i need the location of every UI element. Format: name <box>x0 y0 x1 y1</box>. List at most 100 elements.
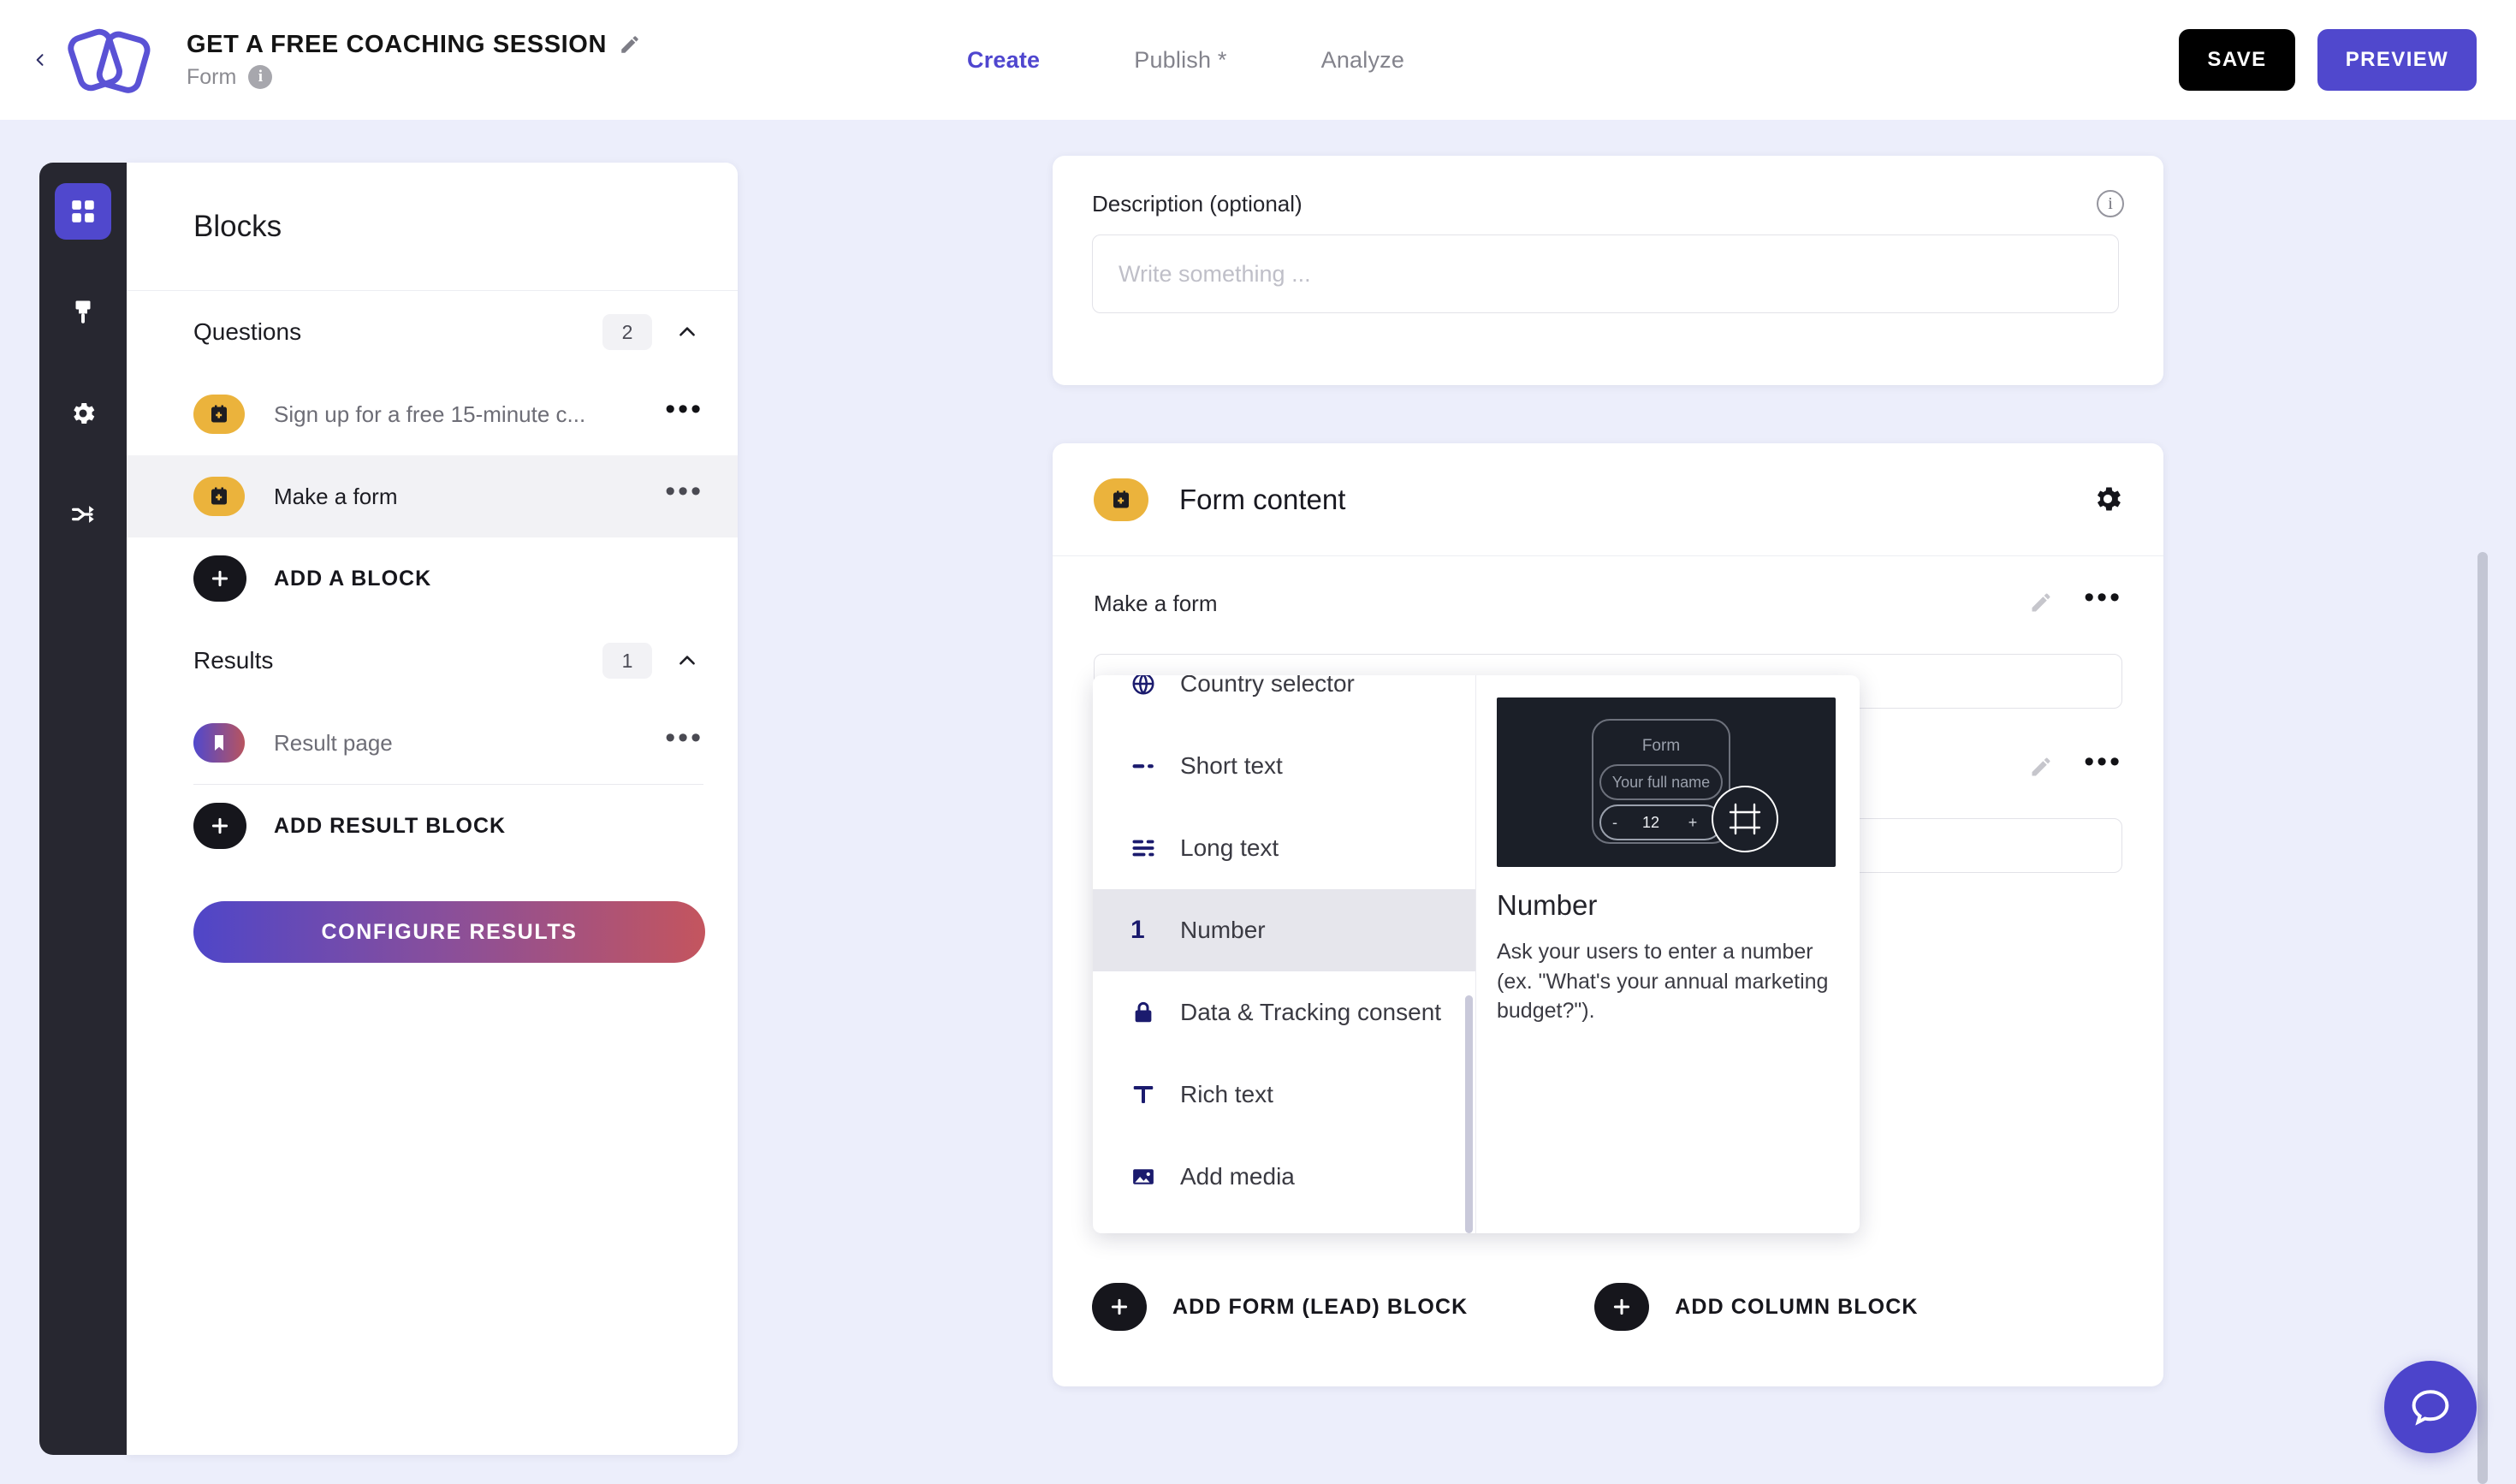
svg-text:+: + <box>1688 814 1698 831</box>
add-a-block-button[interactable]: ADD A BLOCK <box>127 537 738 620</box>
form-block-icon <box>1094 478 1148 521</box>
field-type-dropdown: Country selector Short text Long text 1 … <box>1093 675 1860 1233</box>
plus-icon <box>193 803 246 849</box>
tab-analyze[interactable]: Analyze <box>1321 47 1404 74</box>
chat-support-button[interactable] <box>2384 1361 2477 1453</box>
form-block-icon <box>193 395 245 434</box>
questions-count-badge: 2 <box>602 314 652 350</box>
list-item-label: Result page <box>274 729 393 756</box>
globe-icon <box>1130 675 1166 697</box>
left-icon-rail <box>39 163 127 1455</box>
results-collapse-button[interactable] <box>671 644 703 677</box>
ellipsis-icon[interactable]: ••• <box>665 395 703 424</box>
configure-results-button[interactable]: CONFIGURE RESULTS <box>193 901 705 963</box>
number-one-icon: 1 <box>1130 916 1145 944</box>
dropdown-item-label: Rich text <box>1180 1081 1273 1107</box>
description-input[interactable]: Write something ... <box>1092 234 2119 313</box>
bookmark-icon <box>193 723 245 763</box>
number-field-illustration: Form Your full name - 12 + <box>1592 719 1778 852</box>
blocks-grid-icon <box>72 200 94 223</box>
add-result-block-button[interactable]: ADD RESULT BLOCK <box>127 785 738 867</box>
results-count-badge: 1 <box>602 643 652 679</box>
ellipsis-icon[interactable]: ••• <box>665 477 703 507</box>
list-item[interactable]: Make a form ••• <box>127 455 738 537</box>
page-title: GET A FREE COACHING SESSION <box>187 30 607 58</box>
topbar-actions: SAVE PREVIEW <box>2179 0 2477 120</box>
ellipsis-icon[interactable]: ••• <box>2084 583 2122 613</box>
ellipsis-icon[interactable]: ••• <box>665 723 703 753</box>
chevron-up-icon <box>679 327 695 336</box>
short-text-icon <box>1130 753 1166 779</box>
dropdown-item-rich-text[interactable]: Rich text <box>1093 1054 1475 1136</box>
add-column-block-label: ADD COLUMN BLOCK <box>1675 1294 1919 1319</box>
plus-icon <box>1092 1283 1147 1331</box>
pencil-icon[interactable] <box>619 33 641 56</box>
list-item[interactable]: Sign up for a free 15-minute c... ••• <box>127 373 738 455</box>
list-item-label: Sign up for a free 15-minute c... <box>274 401 586 427</box>
gear-icon <box>74 402 95 424</box>
form-block-icon <box>193 477 245 516</box>
results-section-header: Results 1 <box>127 620 738 702</box>
info-outline-icon[interactable]: i <box>2097 190 2124 217</box>
results-label: Results <box>193 647 274 674</box>
chat-bubble-icon <box>2412 1390 2449 1426</box>
list-item[interactable]: Result page ••• <box>127 702 738 784</box>
dropdown-item-number[interactable]: 1 Number <box>1093 889 1475 971</box>
description-card: Description (optional) i Write something… <box>1053 156 2163 385</box>
sidebar-item-design[interactable] <box>55 284 111 341</box>
info-icon[interactable]: i <box>248 65 273 89</box>
sidebar-item-share[interactable] <box>55 486 111 543</box>
description-label: Description (optional) <box>1092 190 1303 217</box>
form-title-block: GET A FREE COACHING SESSION Form i <box>187 31 641 90</box>
dropdown-item-label: Add media <box>1180 1163 1295 1190</box>
lock-icon <box>1130 1000 1166 1025</box>
back-button[interactable] <box>26 43 55 77</box>
save-button[interactable]: SAVE <box>2179 29 2295 91</box>
preview-description: Ask your users to enter a number (ex. "W… <box>1497 940 1829 1023</box>
svg-text:-: - <box>1612 814 1617 831</box>
plus-icon <box>193 555 246 602</box>
questions-label: Questions <box>193 318 302 345</box>
plus-icon <box>1594 1283 1650 1331</box>
add-result-block-label: ADD RESULT BLOCK <box>274 813 507 838</box>
preview-button[interactable]: PREVIEW <box>2317 29 2477 91</box>
blocks-panel-header: Blocks <box>127 163 738 291</box>
dropdown-item-label: Country selector <box>1180 675 1355 697</box>
add-form-lead-block-button[interactable]: ADD FORM (LEAD) BLOCK <box>1092 1283 1468 1331</box>
text-t-icon <box>1130 1082 1166 1107</box>
svg-text:12: 12 <box>1642 814 1659 831</box>
dropdown-item-data-tracking-consent[interactable]: Data & Tracking consent <box>1093 971 1475 1054</box>
list-item-label: Make a form <box>274 483 398 509</box>
pencil-icon[interactable] <box>2029 591 2053 614</box>
sidebar-item-blocks[interactable] <box>55 183 111 240</box>
add-column-block-button[interactable]: ADD COLUMN BLOCK <box>1594 1283 1918 1331</box>
preview-thumbnail: Form Your full name - 12 + <box>1497 697 1836 867</box>
dropdown-item-add-media[interactable]: Add media <box>1093 1136 1475 1218</box>
dropdown-item-country-selector[interactable]: Country selector <box>1093 675 1475 725</box>
tab-publish[interactable]: Publish * <box>1134 47 1226 74</box>
dropdown-item-label: Data & Tracking consent <box>1180 999 1442 1025</box>
chevron-up-icon <box>679 656 695 665</box>
pencil-icon[interactable] <box>2029 755 2053 779</box>
field-type-preview: Form Your full name - 12 + Number Ask yo… <box>1476 675 1860 1233</box>
share-nodes-icon <box>72 506 94 523</box>
ellipsis-icon[interactable]: ••• <box>2084 747 2122 777</box>
page-scrollbar[interactable] <box>2477 552 2488 1484</box>
preview-title: Number <box>1497 889 1598 921</box>
dropdown-item-long-text[interactable]: Long text <box>1093 807 1475 889</box>
long-text-icon <box>1130 835 1166 861</box>
brand-logo-icon[interactable] <box>63 17 157 103</box>
image-icon <box>1130 1164 1166 1190</box>
questions-collapse-button[interactable] <box>671 316 703 348</box>
svg-text:Form: Form <box>1642 737 1680 755</box>
form-subtype-label: Form <box>187 64 237 89</box>
gear-icon[interactable] <box>2092 483 2126 517</box>
dropdown-item-short-text[interactable]: Short text <box>1093 725 1475 807</box>
blocks-title: Blocks <box>193 209 282 243</box>
dropdown-item-label: Long text <box>1180 834 1279 861</box>
form-content-footer: ADD FORM (LEAD) BLOCK ADD COLUMN BLOCK <box>1053 1227 2163 1386</box>
sidebar-item-settings[interactable] <box>55 385 111 442</box>
dropdown-scrollbar[interactable] <box>1465 995 1473 1233</box>
tab-create[interactable]: Create <box>967 47 1040 74</box>
form-content-title: Form content <box>1179 483 1346 515</box>
